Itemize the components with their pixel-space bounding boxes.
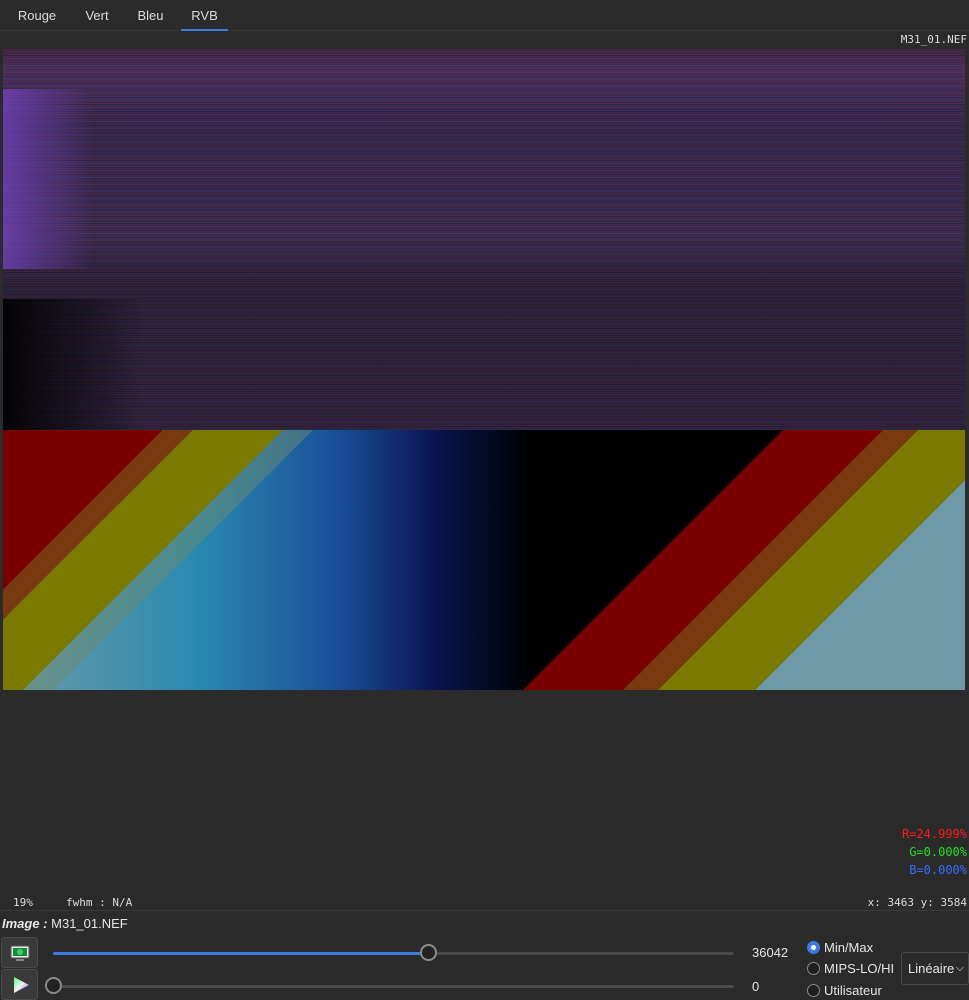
low-slider-thumb[interactable]: [45, 977, 62, 994]
image-name: M31_01.NEF: [51, 916, 128, 931]
image-viewer[interactable]: M31_01.NEF R=24.999% G=0.000% B=0.000% 1…: [0, 32, 969, 910]
radio-dot: [807, 984, 820, 997]
high-level-slider[interactable]: [53, 952, 734, 955]
tab-bleu[interactable]: Bleu: [128, 0, 173, 31]
image-label: Image : M31_01.NEF: [2, 916, 128, 931]
raw-noise-region: [3, 49, 965, 430]
red-readout: R=24.999%: [901, 827, 967, 841]
preview-toggle-button[interactable]: [1, 937, 38, 968]
scale-select[interactable]: Linéaire ⌵: [901, 952, 969, 985]
noise-dark-band: [3, 299, 143, 430]
radio-dot: [807, 941, 820, 954]
radio-dot: [807, 962, 820, 975]
scale-select-value: Linéaire: [908, 961, 955, 976]
zoom-level: 19%: [13, 896, 33, 909]
high-slider-thumb[interactable]: [419, 944, 437, 961]
display-controls-panel: Image : M31_01.NEF 36042 0 Min/Max MIPS-…: [0, 910, 969, 1000]
low-level-value: 0: [752, 979, 760, 994]
image-preview-icon: [10, 944, 30, 967]
cursor-coords: x: 3463 y: 3584: [867, 896, 967, 909]
low-level-slider[interactable]: [53, 985, 734, 988]
radio-utilisateur-label: Utilisateur: [824, 983, 882, 998]
radio-minmax-label: Min/Max: [824, 940, 874, 955]
color-triangle-icon: [11, 975, 31, 1000]
tab-rvb[interactable]: RVB: [181, 0, 228, 31]
color-gradient-region: [3, 430, 965, 690]
green-readout: G=0.000%: [909, 845, 967, 859]
gradient-stripes: [3, 430, 965, 690]
tab-rouge[interactable]: Rouge: [9, 0, 65, 31]
radio-mips-label: MIPS-LO/HI: [824, 961, 895, 976]
noise-glow: [3, 89, 93, 269]
chevron-down-icon: ⌵: [955, 962, 964, 974]
blue-readout: B=0.000%: [909, 863, 967, 877]
channel-tabbar: Rouge Vert Bleu RVB: [0, 0, 969, 31]
high-level-value: 36042: [752, 945, 789, 960]
viewer-filename: M31_01.NEF: [900, 33, 967, 46]
image-label-prefix: Image :: [2, 916, 48, 931]
tab-vert[interactable]: Vert: [76, 0, 118, 31]
viewer-status-line: 19% fwhm : N/A x: 3463 y: 3584: [0, 894, 969, 910]
fwhm-readout: fwhm : N/A: [66, 896, 133, 909]
color-balance-button[interactable]: [1, 969, 38, 1000]
high-slider-fill: [53, 952, 428, 955]
image-canvas[interactable]: [3, 49, 965, 690]
